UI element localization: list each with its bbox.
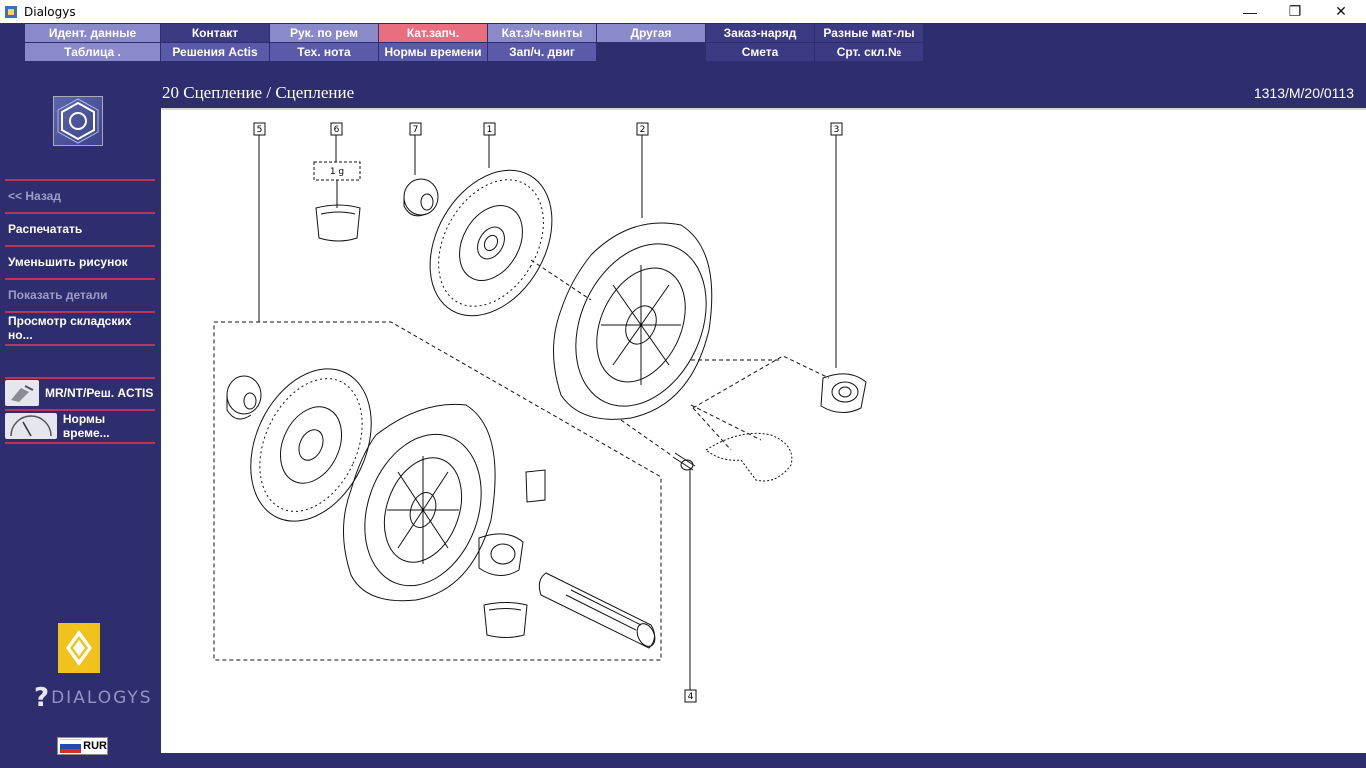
russia-flag-icon	[60, 739, 82, 753]
currency-code: RUR	[83, 740, 107, 752]
currency-selector[interactable]: RUR	[57, 737, 108, 755]
section-logo	[53, 96, 103, 146]
callout-3[interactable]: 3	[830, 122, 843, 368]
kit-alignment-tool-part[interactable]	[538, 572, 658, 649]
pressure-plate-part[interactable]	[551, 222, 732, 428]
tab-screws-catalog[interactable]: Кат.з/ч-винты	[488, 24, 596, 42]
tab-stock-number[interactable]: Срт. скл.№	[815, 43, 923, 61]
app-icon	[5, 5, 17, 18]
grease-quantity-label: 1 g	[313, 161, 361, 208]
callout-4[interactable]: 4	[684, 468, 697, 703]
menu-separator	[5, 442, 155, 444]
callout-1[interactable]: 1	[483, 122, 496, 168]
svg-text:3: 3	[834, 125, 840, 135]
tab-ident[interactable]: Идент. данные	[25, 24, 160, 42]
page-title: 20 Сцепление / Сцепление	[162, 83, 355, 102]
bolt-part[interactable]	[672, 452, 696, 471]
print-link[interactable]: Распечатать	[5, 213, 155, 245]
manual-icon	[5, 380, 39, 406]
tab-table[interactable]: Таблица .	[25, 43, 160, 61]
tab-parts-catalog[interactable]: Кат.запч.	[379, 24, 487, 42]
maximize-button[interactable]: ❐	[1272, 0, 1318, 23]
zoom-out-link[interactable]: Уменьшить рисунок	[5, 246, 155, 278]
minimize-button[interactable]: —	[1227, 0, 1273, 23]
leader-lines	[530, 259, 830, 456]
kit-note-card-part[interactable]	[525, 469, 546, 503]
dialogys-mark: ?	[34, 683, 50, 713]
grease-tube-part[interactable]	[315, 204, 361, 242]
tab-labour-times[interactable]: Нормы времени	[379, 43, 487, 61]
show-details-link[interactable]: Показать детали	[5, 279, 155, 311]
callout-7[interactable]: 7	[409, 122, 422, 175]
kit-pressure-plate-part[interactable]	[343, 403, 502, 602]
main-area: Идент. данные Контакт Рук. по рем Кат.за…	[0, 23, 1366, 768]
release-bearing-part[interactable]	[820, 373, 867, 413]
pilot-bearing-part[interactable]	[403, 178, 439, 217]
diagram-reference: 1313/M/20/0113	[1253, 85, 1354, 101]
release-fork-part[interactable]	[705, 432, 793, 482]
svg-text:1 g: 1 g	[330, 167, 344, 177]
tab-estimate[interactable]: Смета	[706, 43, 814, 61]
labour-times-label: Нормы време...	[62, 412, 110, 440]
close-button[interactable]: ✕	[1318, 0, 1364, 23]
svg-text:6: 6	[334, 125, 340, 135]
window-title: Dialogys	[24, 4, 76, 19]
callout-2[interactable]: 2	[636, 122, 649, 218]
tab-contact[interactable]: Контакт	[161, 24, 269, 42]
bottom-strip	[160, 753, 1366, 768]
kit-release-bearing-part[interactable]	[478, 533, 524, 576]
svg-text:4: 4	[688, 692, 694, 702]
tab-engine-parts[interactable]: Зап/ч. двиг	[488, 43, 596, 61]
svg-text:5: 5	[257, 125, 263, 135]
renault-logo	[58, 623, 100, 673]
tab-other[interactable]: Другая	[597, 24, 705, 42]
actis-manual-tool[interactable]: MR/NT/Реш. ACTIS	[5, 378, 155, 408]
dialogys-logo: ? DIALOGYS	[34, 683, 153, 713]
tab-tech-note[interactable]: Тех. нота	[270, 43, 378, 61]
actis-manual-label: MR/NT/Реш. ACTIS	[45, 386, 154, 400]
tab-work-order[interactable]: Заказ-наряд	[706, 24, 814, 42]
clutch-exploded-diagram: 5 6 7 1 2 3 4 1 g	[213, 122, 867, 703]
kit-grease-tube-part[interactable]	[483, 602, 528, 638]
window-titlebar: Dialogys — ❐ ✕	[0, 0, 1366, 23]
callout-5[interactable]: 5	[253, 122, 266, 322]
svg-text:2: 2	[640, 125, 646, 135]
tab-actis-solutions[interactable]: Решения Actis	[161, 43, 269, 61]
dialogys-wordmark: DIALOGYS	[51, 688, 153, 708]
gauge-icon	[5, 413, 57, 439]
back-link[interactable]: << Назад	[5, 180, 155, 212]
tab-misc-materials[interactable]: Разные мат-лы	[815, 24, 923, 42]
stock-numbers-link[interactable]: Просмотр складских но...	[5, 312, 155, 344]
menu-separator	[5, 344, 155, 346]
kit-pilot-bearing-part[interactable]	[226, 375, 262, 420]
callout-6[interactable]: 6	[330, 122, 343, 162]
tab-repair-manual[interactable]: Рук. по рем	[270, 24, 378, 42]
hex-nut-icon	[57, 98, 99, 144]
parts-diagram-canvas[interactable]: 5 6 7 1 2 3 4 1 g	[161, 108, 1366, 753]
labour-times-tool[interactable]: Нормы време...	[5, 411, 155, 441]
svg-text:1: 1	[487, 125, 493, 135]
svg-text:7: 7	[413, 125, 419, 135]
clutch-disc-part[interactable]	[405, 148, 577, 337]
